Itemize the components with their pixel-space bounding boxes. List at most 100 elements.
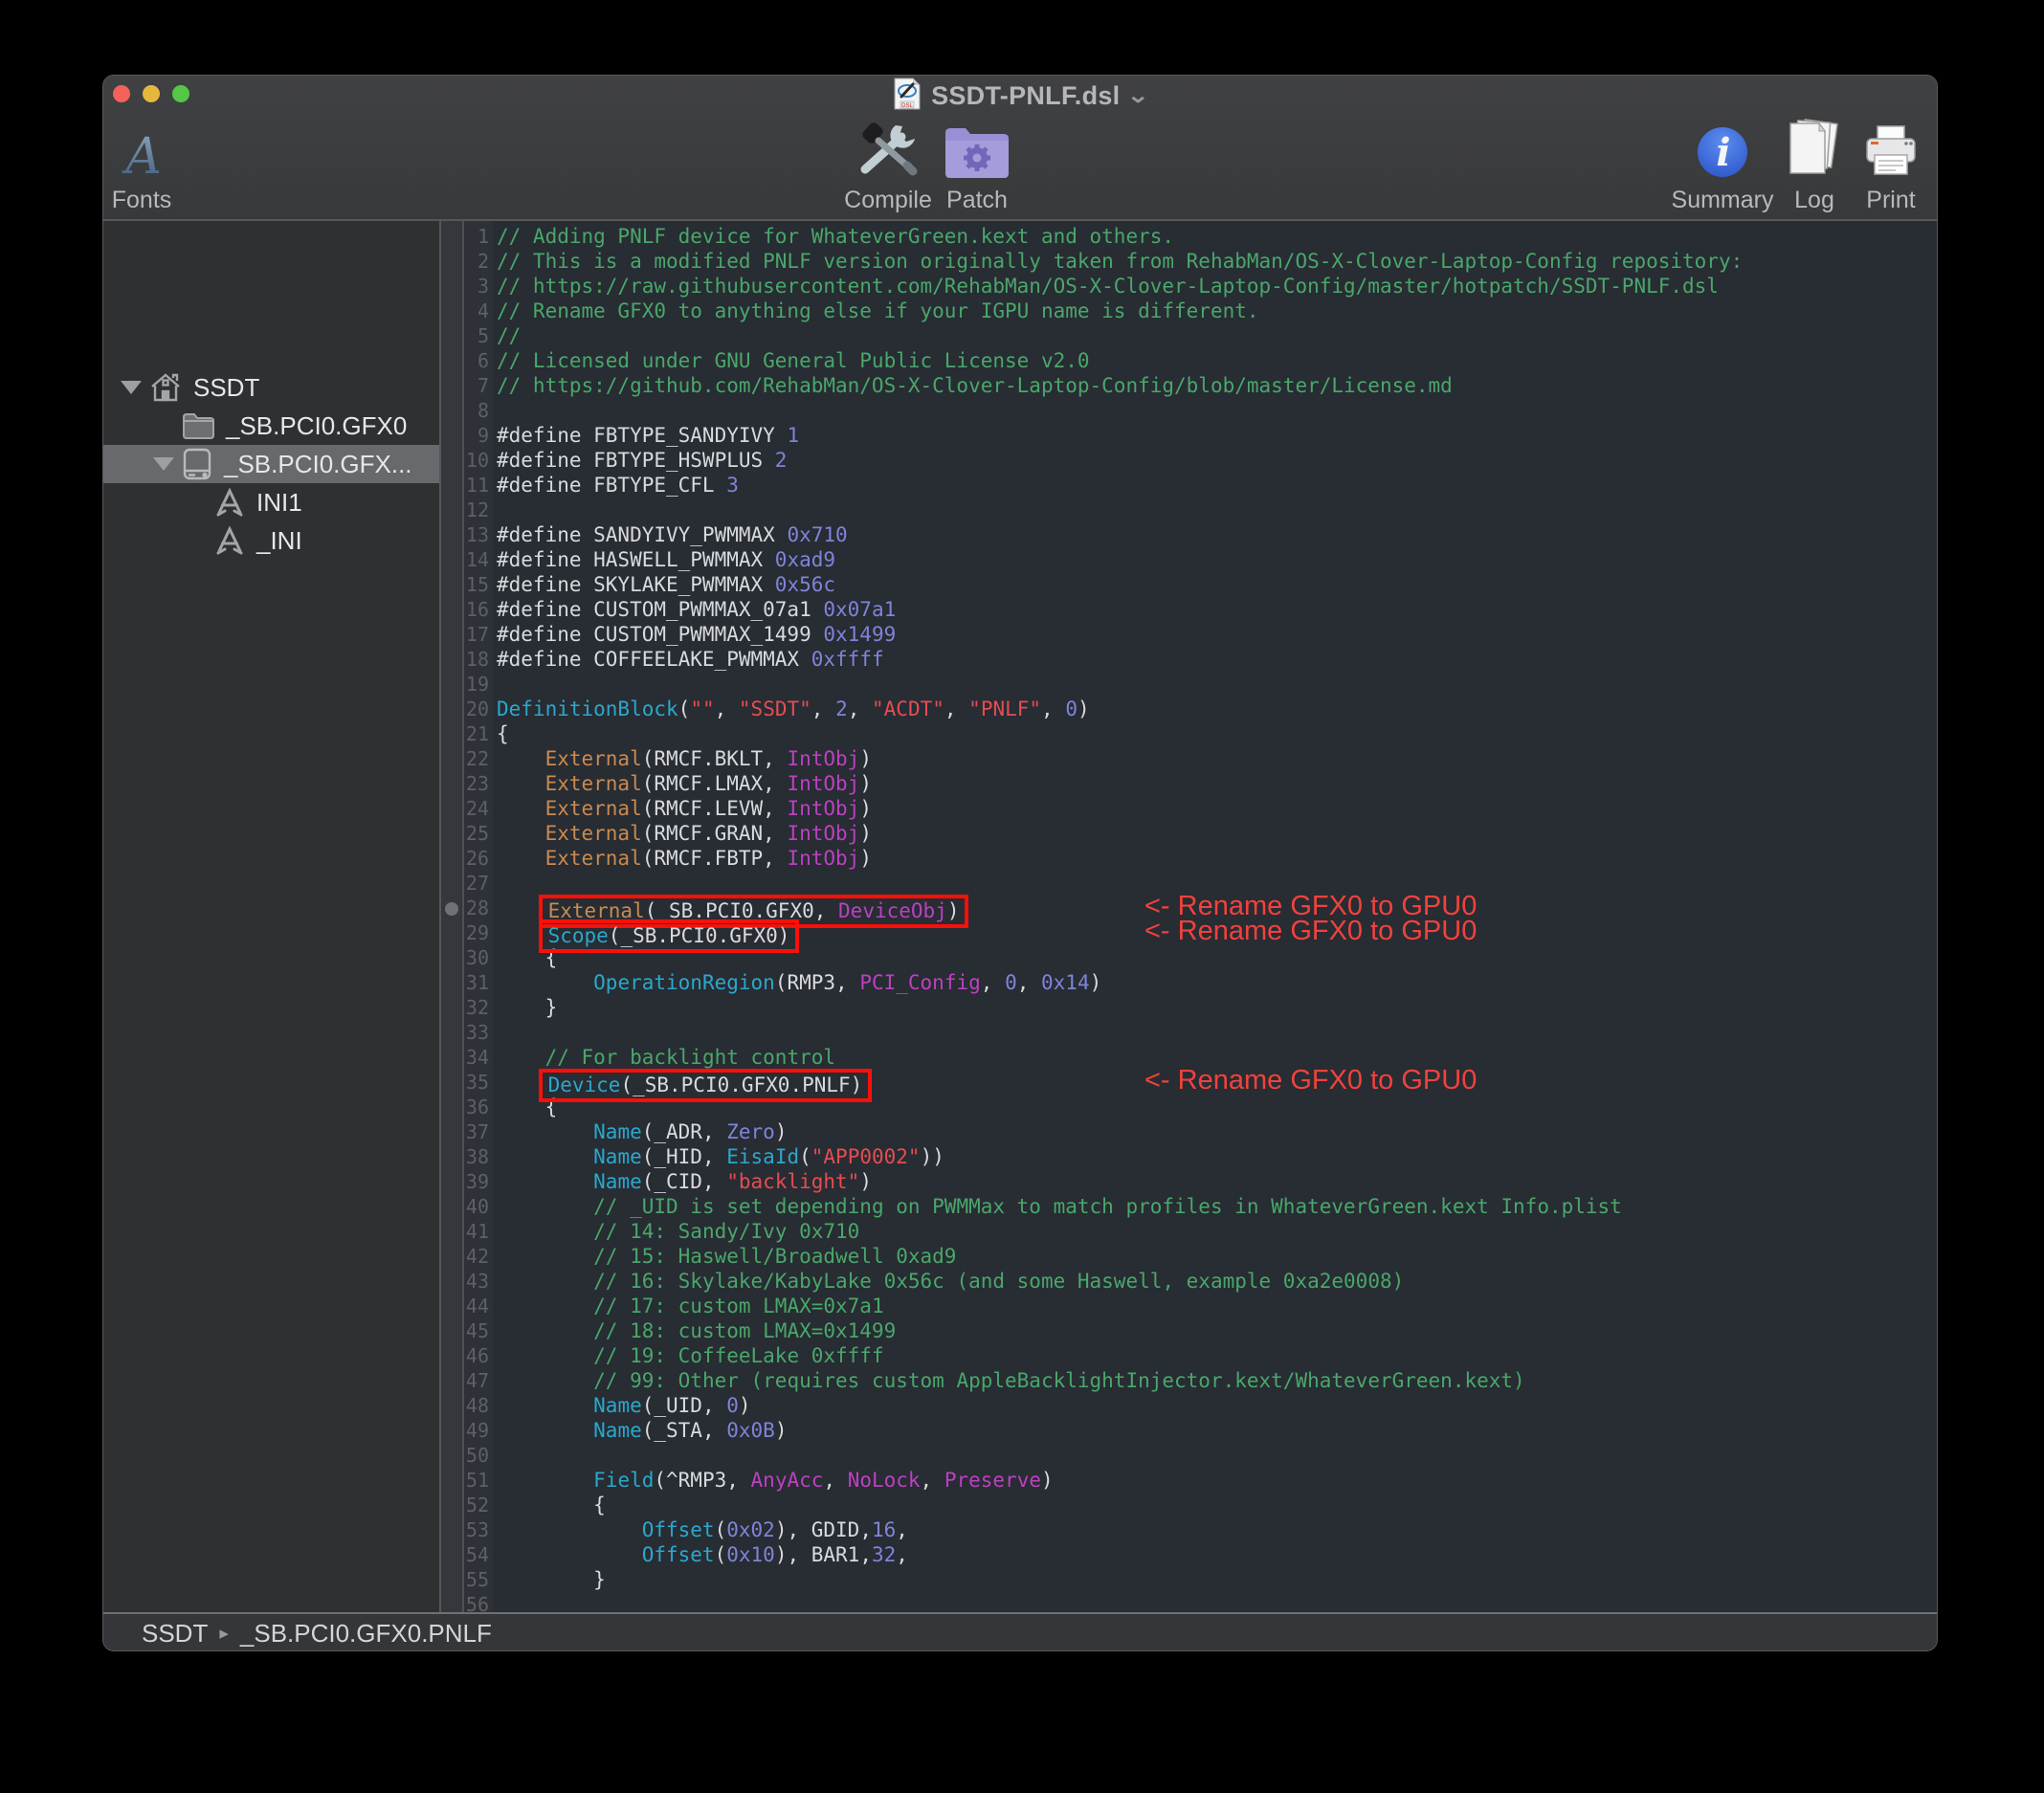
line-number: 43 bbox=[464, 1269, 489, 1294]
line-number: 41 bbox=[464, 1219, 489, 1244]
code-line: 12 bbox=[464, 498, 1938, 522]
line-number: 28 bbox=[464, 896, 489, 920]
sidebar-item-label: SSDT bbox=[193, 373, 259, 403]
code-line: 19 bbox=[464, 672, 1938, 697]
disclosure-triangle-icon[interactable] bbox=[121, 381, 142, 394]
line-number: 9 bbox=[464, 423, 489, 448]
line-number: 37 bbox=[464, 1119, 489, 1144]
method-icon bbox=[214, 525, 245, 556]
window-header: DSL SSDT-PNLF.dsl ⌄ A Fonts bbox=[103, 76, 1937, 221]
code-line: 53 Offset(0x02), GDID,16, bbox=[464, 1517, 1938, 1542]
code-line: 5// bbox=[464, 323, 1938, 348]
line-number: 25 bbox=[464, 821, 489, 846]
compile-button[interactable]: Compile bbox=[845, 118, 931, 214]
log-button[interactable]: Log bbox=[1780, 118, 1849, 214]
print-button[interactable]: Print bbox=[1860, 118, 1922, 214]
line-number: 15 bbox=[464, 572, 489, 597]
sidebar-item-ini1[interactable]: INI1 bbox=[103, 483, 439, 521]
sidebar-item-ini[interactable]: _INI bbox=[103, 521, 439, 560]
line-number: 36 bbox=[464, 1095, 489, 1119]
sidebar-item-label: _SB.PCI0.GFX... bbox=[224, 450, 412, 479]
code-line: 17#define CUSTOM_PWMMAX_1499 0x1499 bbox=[464, 622, 1938, 647]
code-line: 35 Device(_SB.PCI0.GFX0.PNLF)<- Rename G… bbox=[464, 1070, 1938, 1095]
line-number: 16 bbox=[464, 597, 489, 622]
line-number: 56 bbox=[464, 1592, 489, 1612]
line-number: 47 bbox=[464, 1368, 489, 1393]
code-line: 44 // 17: custom LMAX=0x7a1 bbox=[464, 1294, 1938, 1318]
line-number: 10 bbox=[464, 448, 489, 473]
breadcrumb-leaf[interactable]: _SB.PCI0.GFX0.PNLF bbox=[240, 1619, 492, 1649]
code-line: 20DefinitionBlock("", "SSDT", 2, "ACDT",… bbox=[464, 697, 1938, 721]
line-number: 32 bbox=[464, 995, 489, 1020]
line-number: 2 bbox=[464, 249, 489, 274]
code-line: 54 Offset(0x10), BAR1,32, bbox=[464, 1542, 1938, 1567]
line-number: 42 bbox=[464, 1244, 489, 1269]
code-line: 3// https://raw.githubusercontent.com/Re… bbox=[464, 274, 1938, 299]
title-chevron-down-icon[interactable]: ⌄ bbox=[1127, 83, 1150, 108]
code-lines: 1// Adding PNLF device for WhateverGreen… bbox=[464, 224, 1938, 1612]
line-number: 49 bbox=[464, 1418, 489, 1443]
disclosure-triangle-icon[interactable] bbox=[153, 457, 174, 471]
breadcrumb-separator-icon: ▸ bbox=[219, 1623, 229, 1645]
sidebar-item-label: _INI bbox=[256, 526, 302, 556]
code-line: 41 // 14: Sandy/Ivy 0x710 bbox=[464, 1219, 1938, 1244]
line-number: 40 bbox=[464, 1194, 489, 1219]
line-number: 23 bbox=[464, 771, 489, 796]
line-number: 31 bbox=[464, 970, 489, 995]
code-line: 55 } bbox=[464, 1567, 1938, 1592]
line-number: 30 bbox=[464, 945, 489, 970]
rename-annotation: <- Rename GFX0 to GPU0 bbox=[1144, 1068, 1477, 1093]
sidebar-item-label: INI1 bbox=[256, 488, 302, 518]
line-number: 7 bbox=[464, 373, 489, 398]
title-group: DSL SSDT-PNLF.dsl ⌄ bbox=[103, 77, 1937, 114]
document-proxy-icon[interactable]: DSL bbox=[893, 77, 922, 116]
line-number: 26 bbox=[464, 846, 489, 871]
line-number: 44 bbox=[464, 1294, 489, 1318]
code-line: 39 Name(_CID, "backlight") bbox=[464, 1169, 1938, 1194]
line-number: 50 bbox=[464, 1443, 489, 1468]
code-editor[interactable]: 1// Adding PNLF device for WhateverGreen… bbox=[464, 221, 1938, 1612]
line-number: 21 bbox=[464, 721, 489, 746]
code-line: 23 External(RMCF.LMAX, IntObj) bbox=[464, 771, 1938, 796]
code-line: 45 // 18: custom LMAX=0x1499 bbox=[464, 1318, 1938, 1343]
print-label: Print bbox=[1866, 187, 1915, 214]
line-number: 5 bbox=[464, 323, 489, 348]
code-line: 50 bbox=[464, 1443, 1938, 1468]
fonts-button[interactable]: A Fonts bbox=[111, 118, 172, 214]
line-number: 54 bbox=[464, 1542, 489, 1567]
patch-button[interactable]: Patch bbox=[934, 118, 1020, 214]
code-line: 9#define FBTYPE_SANDYIVY 1 bbox=[464, 423, 1938, 448]
sidebar-item-gfx0-device[interactable]: _SB.PCI0.GFX... bbox=[103, 445, 439, 483]
code-line: 32 } bbox=[464, 995, 1938, 1020]
code-line: 14#define HASWELL_PWMMAX 0xad9 bbox=[464, 547, 1938, 572]
line-number: 11 bbox=[464, 473, 489, 498]
line-number: 20 bbox=[464, 697, 489, 721]
line-number: 13 bbox=[464, 522, 489, 547]
code-line: 33 bbox=[464, 1020, 1938, 1045]
code-line: 40 // _UID is set depending on PWMMax to… bbox=[464, 1194, 1938, 1219]
svg-text:i: i bbox=[1716, 130, 1730, 175]
line-number: 8 bbox=[464, 398, 489, 423]
method-icon bbox=[214, 487, 245, 518]
code-line: 29 Scope(_SB.PCI0.GFX0)<- Rename GFX0 to… bbox=[464, 920, 1938, 945]
line-number: 51 bbox=[464, 1468, 489, 1493]
line-number: 45 bbox=[464, 1318, 489, 1343]
line-number: 33 bbox=[464, 1020, 489, 1045]
svg-text:A: A bbox=[122, 131, 162, 179]
sidebar-item-gfx0-scope[interactable]: _SB.PCI0.GFX0 bbox=[103, 407, 439, 445]
line-number: 22 bbox=[464, 746, 489, 771]
line-marker-dot bbox=[445, 902, 458, 916]
rename-annotation: <- Rename GFX0 to GPU0 bbox=[1144, 919, 1477, 943]
folder-icon bbox=[182, 412, 214, 439]
house-icon bbox=[149, 372, 182, 403]
code-line: 21{ bbox=[464, 721, 1938, 746]
breadcrumb-root[interactable]: SSDT bbox=[142, 1619, 208, 1649]
summary-button[interactable]: i Summary bbox=[1673, 118, 1772, 214]
sidebar-item-ssdt[interactable]: SSDT bbox=[103, 368, 439, 407]
line-number: 52 bbox=[464, 1493, 489, 1517]
line-number: 29 bbox=[464, 920, 489, 945]
line-number: 46 bbox=[464, 1343, 489, 1368]
line-number: 24 bbox=[464, 796, 489, 821]
gutter-marker-column bbox=[441, 221, 462, 1612]
code-line: 51 Field(^RMP3, AnyAcc, NoLock, Preserve… bbox=[464, 1468, 1938, 1493]
